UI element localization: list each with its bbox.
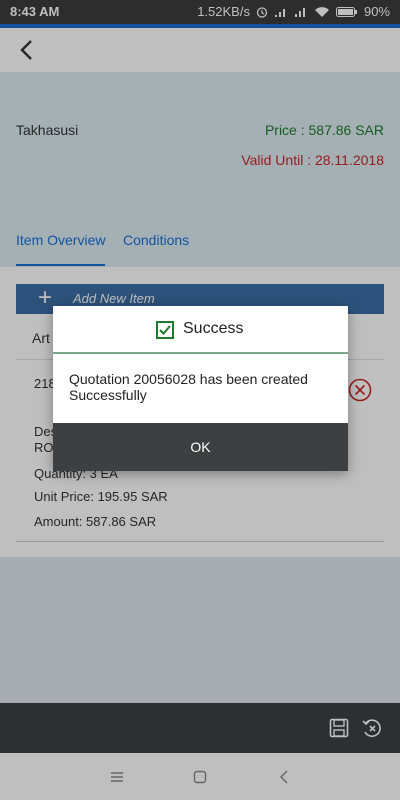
dialog-title: Success <box>183 320 244 337</box>
checkbox-checked-icon <box>156 321 174 339</box>
dialog-message: Quotation 20056028 has been created Succ… <box>69 371 308 403</box>
ok-button[interactable]: OK <box>53 423 348 471</box>
success-dialog: Success Quotation 20056028 has been crea… <box>53 306 348 471</box>
dialog-header: Success <box>53 306 348 354</box>
